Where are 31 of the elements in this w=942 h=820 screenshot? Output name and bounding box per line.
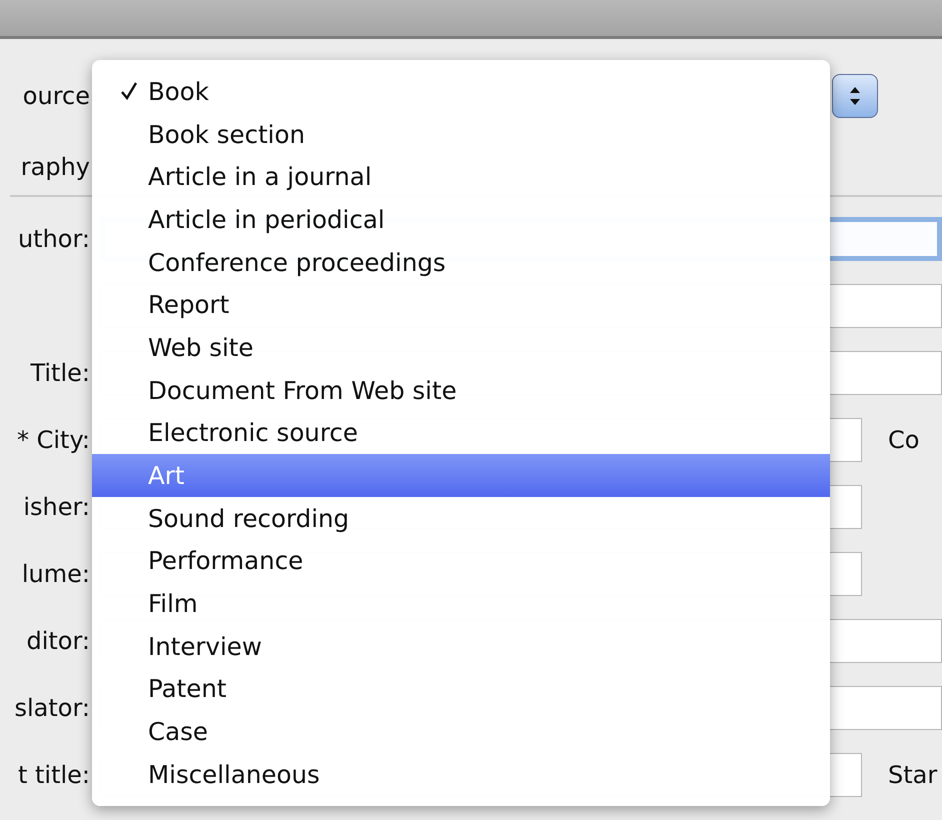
field-label: t title: xyxy=(16,760,90,788)
menu-item[interactable]: Miscellaneous xyxy=(92,753,830,796)
field-label: Title: xyxy=(29,358,90,386)
menu-item[interactable]: Book xyxy=(92,70,830,113)
source-label: ource xyxy=(22,82,90,110)
menu-item[interactable]: Film xyxy=(92,582,830,625)
menu-item[interactable]: Art xyxy=(92,454,830,497)
field-label: * City: xyxy=(16,426,90,454)
menu-item[interactable]: Case xyxy=(92,710,830,753)
stepper-icon xyxy=(849,85,861,107)
field-label: Co xyxy=(888,426,920,454)
menu-item[interactable]: Patent xyxy=(92,668,830,710)
menu-item[interactable]: Document From Web site xyxy=(92,368,830,412)
menu-item[interactable]: Performance xyxy=(92,540,830,582)
menu-item[interactable]: Electronic source xyxy=(92,412,830,454)
section-label: raphy xyxy=(20,153,90,181)
menu-item[interactable]: Interview xyxy=(92,624,830,668)
menu-item[interactable]: Web site xyxy=(92,326,830,369)
field-label: uthor: xyxy=(16,224,90,252)
field-label: Star xyxy=(888,760,938,788)
menu-item[interactable]: Conference proceedings xyxy=(92,240,830,284)
menu-item[interactable]: Sound recording xyxy=(92,496,830,540)
popup-button[interactable] xyxy=(832,74,878,118)
field-label: lume: xyxy=(20,560,90,588)
field-label: isher: xyxy=(22,492,90,520)
menu-item[interactable]: Report xyxy=(92,283,830,326)
menu-item[interactable]: Article in periodical xyxy=(92,198,830,241)
field-label: slator: xyxy=(13,694,90,722)
field-label: ditor: xyxy=(25,626,90,654)
menu-item[interactable]: Book section xyxy=(92,112,830,156)
menu-item[interactable]: Article in a journal xyxy=(92,155,830,198)
